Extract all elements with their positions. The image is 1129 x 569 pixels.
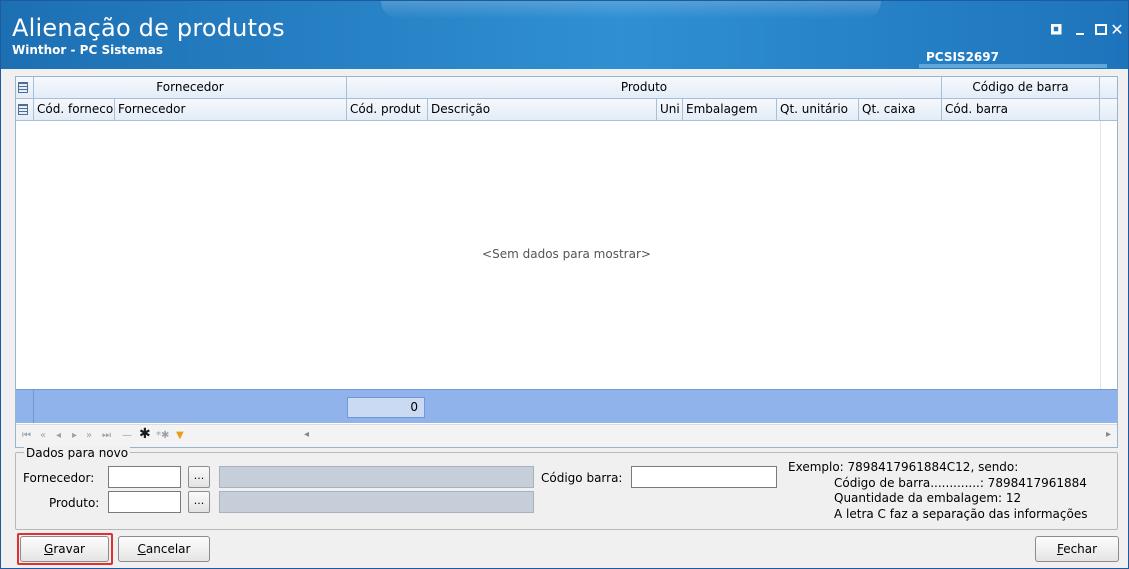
title-bar: Alienação de produtos Winthor - PC Siste… [1, 1, 1128, 69]
column-customize-icon[interactable] [16, 77, 34, 99]
fornecedor-label: Fornecedor: [23, 471, 95, 485]
footer-summary-cell: 0 [347, 397, 425, 418]
products-grid[interactable]: Fornecedor Produto Código de barra Cód. … [15, 76, 1118, 448]
col-qt-caixa[interactable]: Qt. caixa [859, 99, 942, 121]
example-line-2: Código de barra.............: 7898417961… [834, 475, 1087, 490]
fornecedor-code-input[interactable] [108, 466, 181, 488]
band-produto[interactable]: Produto [347, 77, 942, 99]
grid-footer: 0 [16, 389, 1117, 423]
produto-lookup-button[interactable]: ... [188, 491, 210, 513]
example-line-1: Exemplo: 7898417961884C12, sendo: [788, 460, 1019, 474]
col-embalagem[interactable]: Embalagem [683, 99, 777, 121]
empty-grid-message: <Sem dados para mostrar> [482, 247, 651, 261]
window-title: Alienação de produtos [12, 14, 285, 42]
col-descricao[interactable]: Descrição [428, 99, 657, 121]
minimize-icon[interactable] [1070, 19, 1090, 39]
produto-label: Produto: [49, 496, 100, 510]
insert-icon[interactable]: ✱ [139, 427, 151, 441]
prev-page-icon[interactable]: « [40, 429, 46, 443]
scroll-left-icon[interactable]: ◂ [304, 429, 309, 440]
fornecedor-name-field [219, 466, 534, 488]
window-subtitle: Winthor - PC Sistemas [12, 43, 163, 57]
col-cod-barra[interactable]: Cód. barra [942, 99, 1100, 121]
produto-description-field [219, 491, 534, 513]
cancelar-button[interactable]: Cancelar [118, 536, 210, 562]
column-chooser-icon[interactable] [16, 99, 34, 121]
col-fornecedor[interactable]: Fornecedor [115, 99, 347, 121]
band-codigo-barra[interactable]: Código de barra [942, 77, 1100, 99]
routine-code: PCSIS2697 [926, 50, 999, 64]
vertical-scrollbar[interactable] [1100, 121, 1117, 389]
band-fornecedor[interactable]: Fornecedor [34, 77, 347, 99]
group-title: Dados para novo [24, 446, 131, 460]
filter-icon[interactable]: ▼ [176, 429, 184, 443]
codigo-barra-label: Código barra: [541, 471, 623, 485]
next-page-icon[interactable]: » [86, 429, 92, 443]
barcode-example-text: Exemplo: 7898417961884C12, sendo: Código … [788, 460, 1087, 522]
example-line-4: A letra C faz a separação das informaçõe… [834, 506, 1088, 521]
grid-column-header: Cód. forneco Fornecedor Cód. produt Desc… [16, 99, 1117, 121]
grid-band-header: Fornecedor Produto Código de barra [16, 77, 1117, 99]
next-icon[interactable]: ▸ [72, 429, 77, 443]
fornecedor-lookup-button[interactable]: ... [188, 466, 210, 488]
last-icon[interactable]: ⏭ [102, 429, 111, 443]
col-unidade[interactable]: Uni [657, 99, 683, 121]
first-icon[interactable]: ⏮ [22, 429, 31, 443]
insert-star-icon[interactable]: *✱ [156, 429, 169, 443]
prev-icon[interactable]: ◂ [56, 429, 61, 443]
example-line-3: Quantidade da embalagem: 12 [834, 491, 1022, 505]
application-window: Alienação de produtos Winthor - PC Siste… [0, 0, 1129, 569]
restore-icon[interactable] [1046, 19, 1066, 39]
close-icon[interactable]: ✕ [1107, 19, 1127, 39]
col-cod-fornecedor[interactable]: Cód. forneco [34, 99, 115, 121]
grid-navigator: ⏮ « ◂ ▸ » ⏭ — ✱ *✱ ▼ ◂ ▸ [16, 424, 1117, 447]
col-cod-produto[interactable]: Cód. produt [347, 99, 428, 121]
gravar-button[interactable]: Gravar [20, 536, 109, 562]
col-qt-unitario[interactable]: Qt. unitário [777, 99, 859, 121]
produto-code-input[interactable] [108, 491, 181, 513]
delete-icon[interactable]: — [122, 429, 132, 443]
codigo-barra-input[interactable] [631, 466, 777, 488]
scroll-right-icon[interactable]: ▸ [1106, 429, 1111, 440]
fechar-button[interactable]: Fechar [1035, 536, 1119, 562]
